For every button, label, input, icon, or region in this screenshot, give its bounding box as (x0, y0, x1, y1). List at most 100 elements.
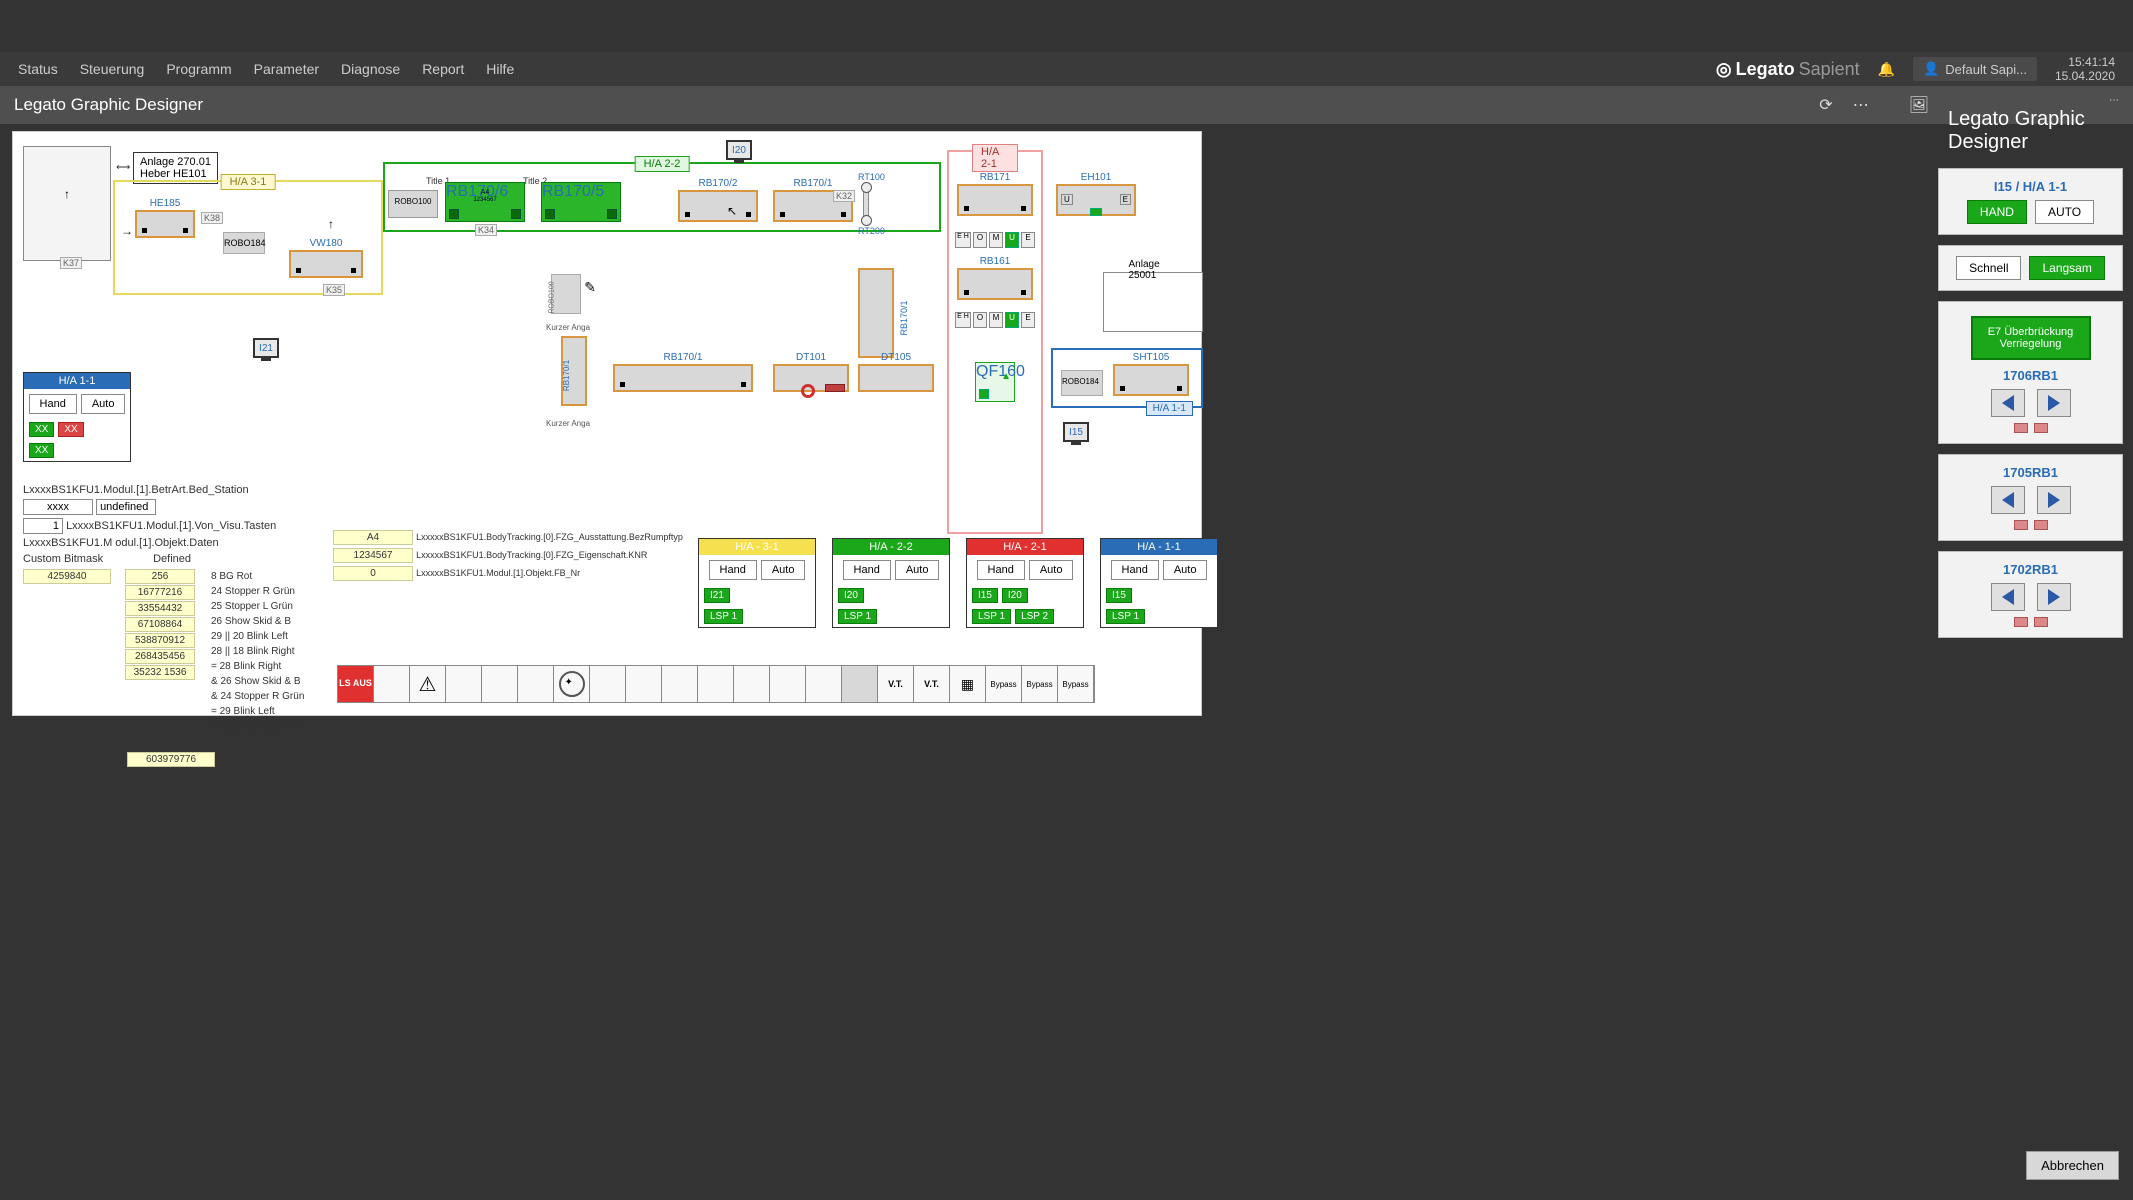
ls-aus-button[interactable]: LS AUS (338, 666, 374, 702)
box-dt101[interactable]: DT101 (773, 364, 849, 392)
more-icon[interactable]: ⋯ (1853, 95, 1869, 115)
auto-button[interactable]: Auto (1029, 560, 1074, 580)
rt-track[interactable] (863, 184, 869, 224)
left-arrow-button[interactable] (1991, 486, 2025, 514)
box-robo184b[interactable]: ROBO184 (1061, 370, 1103, 396)
tool-blank-5[interactable] (590, 666, 626, 702)
bell-icon[interactable]: 🔔 (1878, 61, 1895, 78)
vt-button-2[interactable]: V.T. (914, 666, 950, 702)
tool-blank-9[interactable] (734, 666, 770, 702)
ha-panels-row: H/A - 3-1HandAutoI21LSP 1H/A - 2-2HandAu… (698, 538, 1218, 628)
menu-parameter[interactable]: Parameter (254, 61, 319, 77)
monitor-i20[interactable]: I20 (726, 140, 752, 160)
tool-blank-6[interactable] (626, 666, 662, 702)
monitor-i21[interactable]: I21 (253, 338, 279, 358)
design-canvas[interactable]: ↑ Anlage 270.01Heber HE101 ⟷ H/A 3-1 HE1… (12, 131, 1202, 716)
tool-blank-7[interactable] (662, 666, 698, 702)
cancel-button[interactable]: Abbrechen (2026, 1151, 2119, 1180)
box-rb1702[interactable]: RB170/2 (678, 190, 758, 222)
zone-ha31-label: H/A 3-1 (221, 174, 276, 190)
box-vw180[interactable]: VW180 (289, 250, 363, 278)
bypass-button-2[interactable]: Bypass (1022, 666, 1058, 702)
label-rt200: RT200 (858, 226, 885, 236)
pencil-icon: ✎ (584, 279, 596, 296)
tool-blank-10[interactable] (770, 666, 806, 702)
auto-button[interactable]: Auto (895, 560, 940, 580)
right-arrow-button[interactable] (2037, 583, 2071, 611)
box-rb1701-vert[interactable]: RB170/1 (858, 268, 894, 358)
menu-hilfe[interactable]: Hilfe (486, 61, 514, 77)
ha-panel[interactable]: H/A - 1-1HandAutoI15LSP 1 (1100, 538, 1218, 628)
auto-button[interactable]: Auto (81, 394, 126, 414)
defined-line: 26 Show Skid & B (211, 614, 304, 629)
tool-blank-4[interactable] (518, 666, 554, 702)
status-strip-1[interactable]: E H O M U E (955, 232, 1035, 248)
input-v1[interactable] (23, 499, 93, 515)
tool-blank-3[interactable] (482, 666, 518, 702)
picture-icon[interactable]: 🖼 (1909, 95, 1929, 115)
fan-icon[interactable]: ✦ (554, 666, 590, 702)
menu-status[interactable]: Status (18, 61, 58, 77)
auto-button[interactable]: Auto (1163, 560, 1208, 580)
auto-button[interactable]: Auto (761, 560, 806, 580)
auto-button[interactable]: AUTO (2035, 200, 2094, 224)
bypass-button-1[interactable]: Bypass (986, 666, 1022, 702)
box-he185[interactable]: HE185 (135, 210, 195, 238)
status-strip-2[interactable]: E H O M U E (955, 312, 1035, 328)
left-arrow-button[interactable] (1991, 389, 2025, 417)
box-dt105[interactable]: DT105 (858, 364, 934, 392)
tool-grey[interactable] (842, 666, 878, 702)
box-rb1705[interactable]: RB170/5 (541, 182, 621, 222)
langsam-button[interactable]: Langsam (2029, 256, 2104, 280)
hand-button[interactable]: Hand (29, 394, 77, 414)
label-rt100: RT100 (858, 172, 885, 182)
menu-steuerung[interactable]: Steuerung (80, 61, 145, 77)
ha-panel[interactable]: H/A - 2-1HandAutoI15I20LSP 1LSP 2 (966, 538, 1084, 628)
tool-blank-8[interactable] (698, 666, 734, 702)
input-v2num[interactable] (23, 518, 63, 534)
robo-cell-2[interactable]: RB170/1 (561, 336, 587, 406)
anlage-25001-box[interactable]: Anlage 25001 (1103, 272, 1203, 332)
schnell-button[interactable]: Schnell (1956, 256, 2021, 280)
box-rb171[interactable]: RB171 (957, 184, 1033, 216)
robo-cell-1[interactable]: ✎ ROBO100 (551, 274, 581, 314)
tool-blank-11[interactable] (806, 666, 842, 702)
box-qf160[interactable]: QF160 ▲ (975, 362, 1015, 402)
zone-ha11-label: H/A 1-1 (1146, 401, 1193, 416)
menu-report[interactable]: Report (422, 61, 464, 77)
right-arrow-button[interactable] (2037, 486, 2071, 514)
box-rb1701b[interactable]: RB170/1 (613, 364, 753, 392)
user-menu[interactable]: 👤 Default Sapi... (1913, 57, 2037, 81)
vt-button-1[interactable]: V.T. (878, 666, 914, 702)
warning-icon[interactable]: ⚠ (410, 666, 446, 702)
hand-button[interactable]: Hand (843, 560, 891, 580)
empty-box-left[interactable]: ↑ (23, 146, 111, 261)
input-v2[interactable] (96, 499, 156, 515)
bitmask-cell: 268435456 (125, 649, 195, 664)
right-arrow-button[interactable] (2037, 389, 2071, 417)
monitor-i15[interactable]: I15 (1063, 422, 1089, 442)
box-robo100[interactable]: ROBO100 (388, 190, 438, 218)
tool-blank-2[interactable] (446, 666, 482, 702)
ha-panel[interactable]: H/A - 2-2HandAutoI20LSP 1 (832, 538, 950, 628)
menu-bar: Status Steuerung Programm Parameter Diag… (0, 52, 2133, 86)
override-button[interactable]: E7 Überbrückung Verriegelung (1971, 316, 2091, 360)
tool-blank-1[interactable] (374, 666, 410, 702)
box-eh101[interactable]: EH101 U E (1056, 184, 1136, 216)
box-sht105[interactable]: SHT105 (1113, 364, 1189, 396)
box-rb161[interactable]: RB161 (957, 268, 1033, 300)
hand-button[interactable]: Hand (709, 560, 757, 580)
menu-programm[interactable]: Programm (166, 61, 231, 77)
box-robo184[interactable]: ROBO184 (223, 232, 265, 254)
hand-button[interactable]: HAND (1967, 200, 2027, 224)
panel-ha11[interactable]: H/A 1-1 Hand Auto XXXX XX (23, 372, 131, 462)
grid-icon[interactable]: ▦ (950, 666, 986, 702)
hand-button[interactable]: Hand (977, 560, 1025, 580)
left-arrow-button[interactable] (1991, 583, 2025, 611)
ha-panel[interactable]: H/A - 3-1HandAutoI21LSP 1 (698, 538, 816, 628)
bypass-button-3[interactable]: Bypass (1058, 666, 1094, 702)
menu-diagnose[interactable]: Diagnose (341, 61, 400, 77)
hand-button[interactable]: Hand (1111, 560, 1159, 580)
box-rb1706[interactable]: RB170/6 A4 1234567 (445, 182, 525, 222)
refresh-icon[interactable]: ⟳ (1819, 95, 1832, 115)
